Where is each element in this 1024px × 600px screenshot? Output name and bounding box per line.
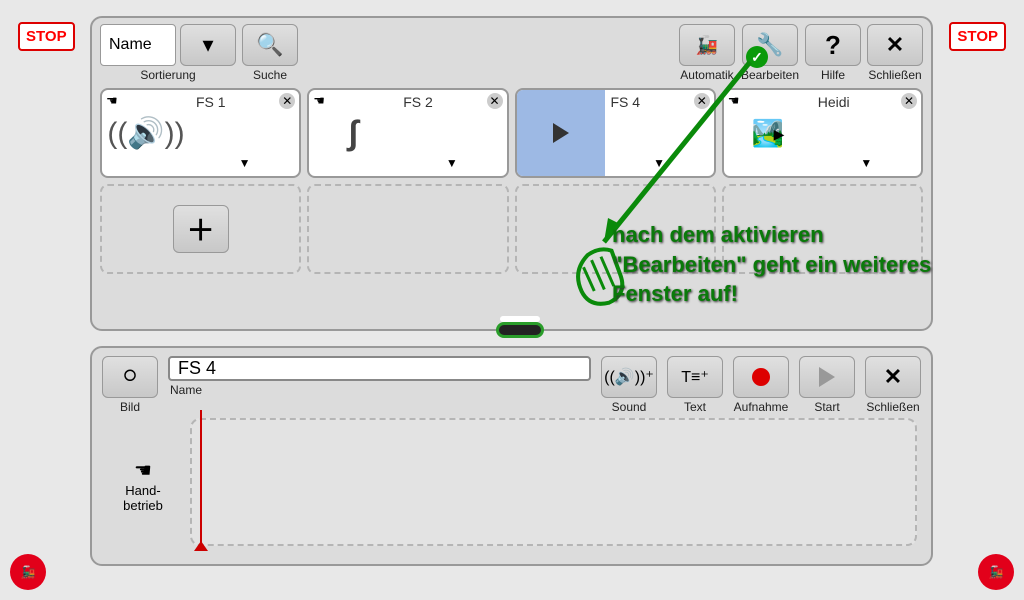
sound-label: Sound	[612, 400, 647, 414]
automatik-button[interactable]: 🚂	[679, 24, 735, 66]
text-plus-icon: T≡⁺	[681, 367, 709, 387]
text-label: Text	[684, 400, 706, 414]
record-icon	[752, 368, 770, 386]
panel-drag-handle[interactable]	[496, 322, 544, 338]
bild-label: Bild	[120, 400, 140, 414]
scene-image-icon: 🏞️ ▶	[752, 118, 784, 149]
train-icon: 🚂	[21, 565, 36, 579]
name-label: Name	[170, 383, 202, 397]
sound-button[interactable]: ((🔊))⁺	[601, 356, 657, 398]
empty-slot[interactable]	[307, 184, 508, 274]
close-button[interactable]: ✕	[867, 24, 923, 66]
event-card[interactable]: ☚ ((🔊)) FS 1 ✕ ▼	[100, 88, 301, 178]
edit-label: Bearbeiten	[741, 68, 799, 82]
event-card[interactable]: ☚ ∫ FS 2 ✕ ▼	[307, 88, 508, 178]
event-name: FS 2	[403, 94, 500, 110]
hand-mode-label: Hand- betrieb	[108, 483, 178, 513]
help-button[interactable]: ?	[805, 24, 861, 66]
loco-button-left[interactable]: 🚂	[10, 554, 46, 590]
empty-slot[interactable]: ＋	[100, 184, 301, 274]
sort-label: Sortierung	[140, 68, 195, 82]
chevron-down-icon[interactable]: ▼	[860, 156, 872, 170]
bild-button[interactable]: ⭘	[102, 356, 158, 398]
loco-button-right[interactable]: 🚂	[978, 554, 1014, 590]
chevron-down-icon: ▾	[202, 32, 213, 58]
search-label: Suche	[253, 68, 287, 82]
chevron-down-icon[interactable]: ▼	[446, 156, 458, 170]
remove-event-button[interactable]: ✕	[901, 93, 917, 109]
route-icon: ∫	[349, 114, 358, 153]
chevron-down-icon[interactable]: ▼	[239, 156, 251, 170]
record-label: Aufnahme	[734, 400, 789, 414]
stop-button-right[interactable]: STOP	[949, 22, 1006, 51]
train-icon: 🚂	[696, 35, 718, 56]
automatik-label: Automatik	[680, 68, 733, 82]
start-button[interactable]	[799, 356, 855, 398]
track-icon: ⭘	[124, 368, 137, 386]
event-card[interactable]: ☚ 🏞️ ▶ Heidi ✕ ▼	[722, 88, 923, 178]
check-badge-icon: ✓	[746, 46, 768, 68]
remove-event-button[interactable]: ✕	[694, 93, 710, 109]
hand-mode-button[interactable]: ☚ Hand- betrieb	[108, 458, 178, 513]
play-icon	[553, 123, 569, 143]
close-icon: ✕	[886, 32, 904, 58]
stop-button-left[interactable]: STOP	[18, 22, 75, 51]
hand-icon: ☚	[108, 458, 178, 483]
chevron-down-icon[interactable]: ▼	[653, 156, 665, 170]
edit-panel: ⭘ Bild Name ((🔊))⁺ Sound T≡⁺ Text Aufnah…	[90, 346, 933, 566]
train-icon: 🚂	[989, 565, 1004, 579]
close-edit-button[interactable]: ✕	[865, 356, 921, 398]
sound-icon: ((🔊))	[107, 116, 184, 151]
events-toolbar: Name ▾ Sortierung 🔍 Suche 🚂 Automatik 🔧 …	[92, 18, 931, 88]
event-card[interactable]: ☚ FS 4 ✕ ▼	[515, 88, 716, 178]
text-button[interactable]: T≡⁺	[667, 356, 723, 398]
search-button[interactable]: 🔍	[242, 24, 298, 66]
timeline-cursor-marker	[194, 541, 208, 551]
edit-toolbar: ⭘ Bild Name ((🔊))⁺ Sound T≡⁺ Text Aufnah…	[92, 348, 931, 422]
add-event-button[interactable]: ＋	[173, 205, 229, 253]
help-label: Hilfe	[821, 68, 845, 82]
start-label: Start	[814, 400, 839, 414]
close-edit-label: Schließen	[866, 400, 919, 414]
name-input[interactable]	[168, 356, 591, 381]
close-label: Schließen	[868, 68, 921, 82]
sound-plus-icon: ((🔊))⁺	[604, 367, 654, 387]
record-button[interactable]	[733, 356, 789, 398]
play-icon	[819, 367, 835, 387]
question-icon: ?	[825, 30, 841, 61]
timeline-cursor[interactable]	[200, 410, 202, 546]
sort-field[interactable]: Name	[100, 24, 176, 66]
timeline-track[interactable]	[190, 418, 917, 546]
annotation-text: nach dem aktivieren "Bearbeiten" geht ei…	[612, 220, 932, 309]
close-icon: ✕	[884, 364, 902, 390]
sort-dropdown-button[interactable]: ▾	[180, 24, 236, 66]
search-icon: 🔍	[256, 32, 283, 58]
remove-event-button[interactable]: ✕	[487, 93, 503, 109]
